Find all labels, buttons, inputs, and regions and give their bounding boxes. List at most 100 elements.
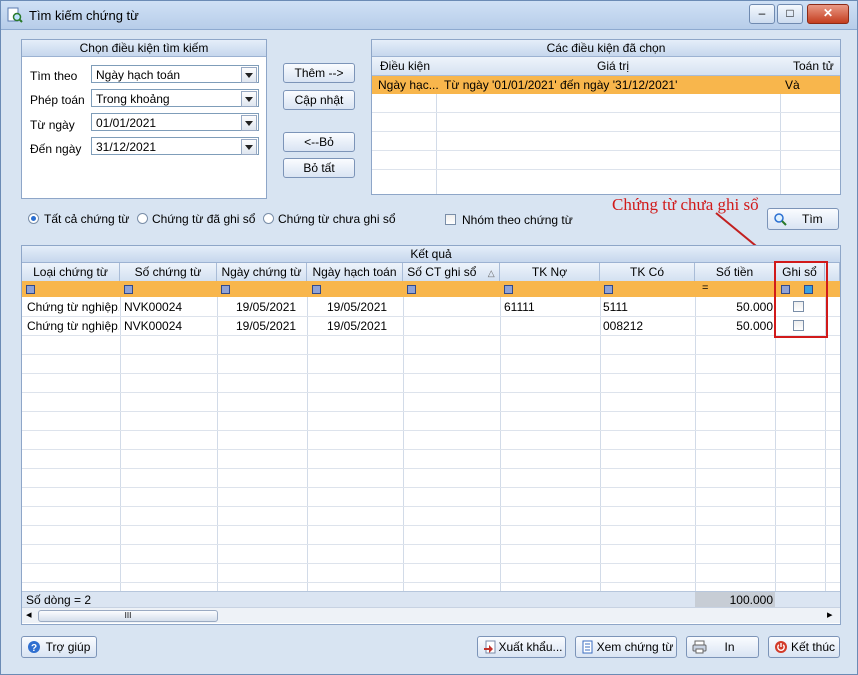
col-header-doc-date[interactable]: Ngày chứng từ: [217, 263, 307, 281]
scroll-right-icon[interactable]: ▸: [827, 608, 833, 621]
window-title: Tìm kiếm chứng từ: [29, 8, 139, 23]
group-by-checkbox[interactable]: [445, 214, 456, 225]
col-header-credit[interactable]: TK Có: [600, 263, 695, 281]
search-doc-icon: [7, 7, 23, 23]
view-voucher-label: Xem chứng từ: [596, 640, 674, 654]
exit-label: Kết thúc: [790, 640, 836, 654]
grid-line: [22, 430, 840, 431]
filter-box-icon[interactable]: [504, 285, 513, 294]
help-label: Trợ giúp: [45, 640, 91, 654]
sort-asc-icon: △: [487, 268, 495, 278]
minimize-button[interactable]: –: [749, 4, 775, 24]
selected-operator: Và: [785, 78, 800, 92]
unposted-vouchers-label[interactable]: Chứng từ chưa ghi sổ: [278, 212, 396, 226]
total-amount: 100.000: [729, 593, 773, 607]
search-button[interactable]: Tìm: [767, 208, 839, 230]
selected-panel-title: Các điều kiện đã chọn: [372, 40, 840, 57]
cell-number: NVK00024: [124, 319, 183, 333]
chevron-down-icon[interactable]: [241, 91, 257, 107]
horizontal-scrollbar[interactable]: ◂ III ▸: [22, 607, 840, 623]
selected-value: Từ ngày '01/01/2021' đến ngày '31/12/202…: [444, 78, 678, 92]
col-header-debit[interactable]: TK Nợ: [500, 263, 600, 281]
table-row[interactable]: Chứng từ nghiệp... NVK00024 19/05/2021 1…: [22, 297, 840, 316]
remove-all-button[interactable]: Bỏ tất: [283, 158, 355, 178]
update-condition-button[interactable]: Cập nhật: [283, 90, 355, 110]
results-title: Kết quả: [22, 246, 840, 263]
operator-select[interactable]: Trong khoảng: [91, 89, 259, 107]
grid-line: [22, 468, 840, 469]
posted-vouchers-label[interactable]: Chứng từ đã ghi sổ: [152, 212, 255, 226]
row-count: Số dòng = 2: [26, 593, 92, 607]
cell-credit: 5111: [603, 300, 628, 314]
col-header-type[interactable]: Loại chứng từ: [22, 263, 120, 281]
criteria-panel-title: Chọn điều kiện tìm kiếm: [22, 40, 266, 57]
chevron-down-icon[interactable]: [241, 115, 257, 131]
grid-line: [780, 94, 781, 194]
col-header-amount[interactable]: Số tiền: [695, 263, 775, 281]
export-button[interactable]: Xuất khẩu...: [477, 636, 566, 658]
print-label: In: [724, 640, 735, 654]
filter-box-icon[interactable]: [312, 285, 321, 294]
cell-post-date: 19/05/2021: [327, 300, 388, 314]
view-voucher-button[interactable]: Xem chứng từ: [575, 636, 677, 658]
remove-condition-button[interactable]: <--Bỏ: [283, 132, 355, 152]
filter-box-icon[interactable]: [124, 285, 133, 294]
operator-col-header[interactable]: Toán tử: [793, 59, 834, 73]
all-vouchers-radio[interactable]: [28, 213, 39, 224]
print-button[interactable]: In: [686, 636, 759, 658]
search-by-label: Tìm theo: [30, 69, 78, 83]
grid-line: [22, 354, 840, 355]
results-panel: Kết quả Loại chứng từ Số chứng từ Ngày c…: [21, 245, 841, 625]
cell-amount: 50.000: [736, 319, 773, 333]
add-condition-button[interactable]: Thêm -->: [283, 63, 355, 83]
grid-line: [22, 449, 840, 450]
svg-text:?: ?: [31, 643, 37, 654]
grid-line: [22, 525, 840, 526]
filter-box-icon[interactable]: [407, 285, 416, 294]
results-grid: Loại chứng từ Số chứng từ Ngày chứng từ …: [22, 261, 840, 623]
scroll-left-icon[interactable]: ◂: [26, 608, 32, 621]
to-date-value: 31/12/2021: [96, 140, 157, 154]
highlight-frame: [774, 261, 828, 338]
cell-number: NVK00024: [124, 300, 183, 314]
results-footer: Số dòng = 2 100.000: [22, 591, 840, 607]
filter-box-icon[interactable]: [221, 285, 230, 294]
to-date-label: Đến ngày: [30, 142, 82, 156]
filter-equals-icon[interactable]: =: [702, 282, 708, 294]
close-button[interactable]: ✕: [807, 4, 849, 24]
chevron-down-icon[interactable]: [241, 67, 257, 83]
scroll-thumb[interactable]: III: [38, 610, 218, 622]
search-by-value: Ngày hạch toán: [96, 68, 181, 82]
value-col-header[interactable]: Giá trị: [597, 59, 629, 73]
chevron-down-icon[interactable]: [241, 139, 257, 155]
group-by-label[interactable]: Nhóm theo chứng từ: [462, 213, 573, 227]
grid-line: [436, 94, 437, 194]
grid-line: [22, 563, 840, 564]
cell-doc-date: 19/05/2021: [236, 300, 297, 314]
from-date-field[interactable]: 01/01/2021: [91, 113, 259, 131]
condition-col-header[interactable]: Điều kiện: [380, 59, 430, 73]
selected-conditions-panel: Các điều kiện đã chọn Điều kiện Giá trị …: [371, 39, 841, 195]
col-header-ledger-no[interactable]: Số CT ghi sổ △: [403, 263, 500, 281]
grid-line: [22, 411, 840, 412]
search-voucher-window: Tìm kiếm chứng từ – □ ✕ Chọn điều kiện t…: [0, 0, 858, 675]
table-row[interactable]: Chứng từ nghiệp... NVK00024 19/05/2021 1…: [22, 316, 840, 335]
help-button[interactable]: ? Trợ giúp: [21, 636, 97, 658]
exit-button[interactable]: Kết thúc: [768, 636, 840, 658]
col-header-ledger-no-label: Số CT ghi sổ: [407, 265, 477, 279]
maximize-button[interactable]: □: [777, 4, 803, 24]
col-header-number[interactable]: Số chứng từ: [120, 263, 217, 281]
col-header-post-date[interactable]: Ngày hạch toán: [307, 263, 403, 281]
search-by-select[interactable]: Ngày hạch toán: [91, 65, 259, 83]
operator-value: Trong khoảng: [96, 92, 170, 106]
filter-box-icon[interactable]: [604, 285, 613, 294]
selected-row[interactable]: Ngày hạc... Từ ngày '01/01/2021' đến ngà…: [372, 76, 840, 94]
posted-vouchers-radio[interactable]: [137, 213, 148, 224]
filter-box-icon[interactable]: [26, 285, 35, 294]
unposted-vouchers-radio[interactable]: [263, 213, 274, 224]
to-date-field[interactable]: 31/12/2021: [91, 137, 259, 155]
help-icon: ?: [28, 641, 40, 654]
all-vouchers-label[interactable]: Tất cả chứng từ: [44, 212, 129, 226]
cell-amount: 50.000: [736, 300, 773, 314]
cell-credit: 008212: [603, 319, 644, 333]
